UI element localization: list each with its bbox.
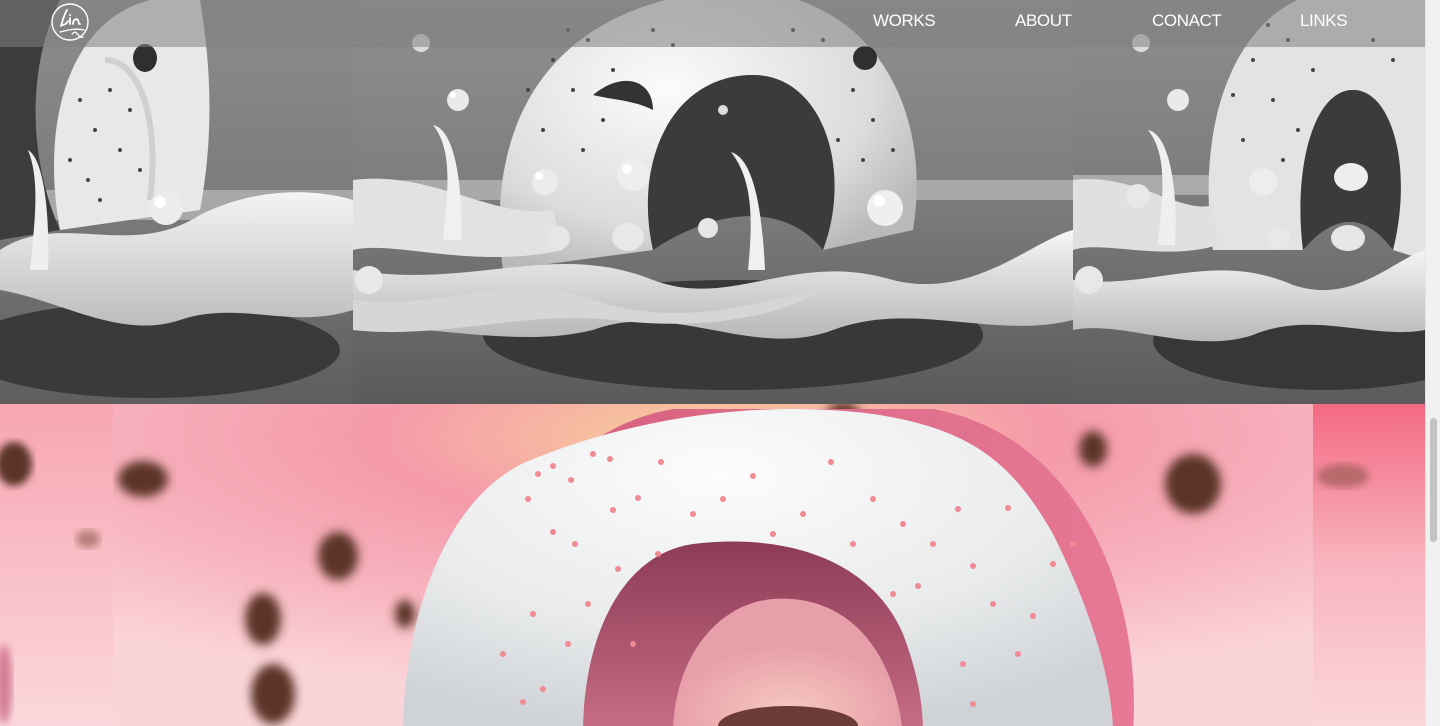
nav-link-about[interactable]: ABOUT: [1015, 11, 1072, 31]
top-navigation-bar: WORKS ABOUT CONACT LINKS: [0, 0, 1425, 47]
nav-link-links[interactable]: LINKS: [1300, 11, 1348, 31]
gallery-image-pink-right[interactable]: [1313, 404, 1425, 726]
gallery-image-gray-right[interactable]: [1073, 0, 1425, 404]
nav-link-contact[interactable]: CONACT: [1152, 11, 1222, 31]
gallery-image-pink-center[interactable]: [113, 404, 1313, 726]
nav-link-works[interactable]: WORKS: [873, 11, 936, 31]
browser-viewport: WORKS ABOUT CONACT LINKS: [0, 0, 1440, 726]
gallery-image-gray-center[interactable]: [353, 0, 1073, 404]
gallery-image-gray-left[interactable]: [0, 0, 353, 404]
lin-signature-logo-icon[interactable]: [48, 1, 92, 45]
page-content: WORKS ABOUT CONACT LINKS: [0, 0, 1425, 726]
gallery-image-pink-left[interactable]: [0, 404, 113, 726]
gallery-row-pink-renders: [0, 404, 1425, 726]
scrollbar-thumb[interactable]: [1430, 418, 1437, 542]
gallery-row-gray-renders: [0, 0, 1425, 404]
vertical-scrollbar[interactable]: [1425, 0, 1440, 726]
